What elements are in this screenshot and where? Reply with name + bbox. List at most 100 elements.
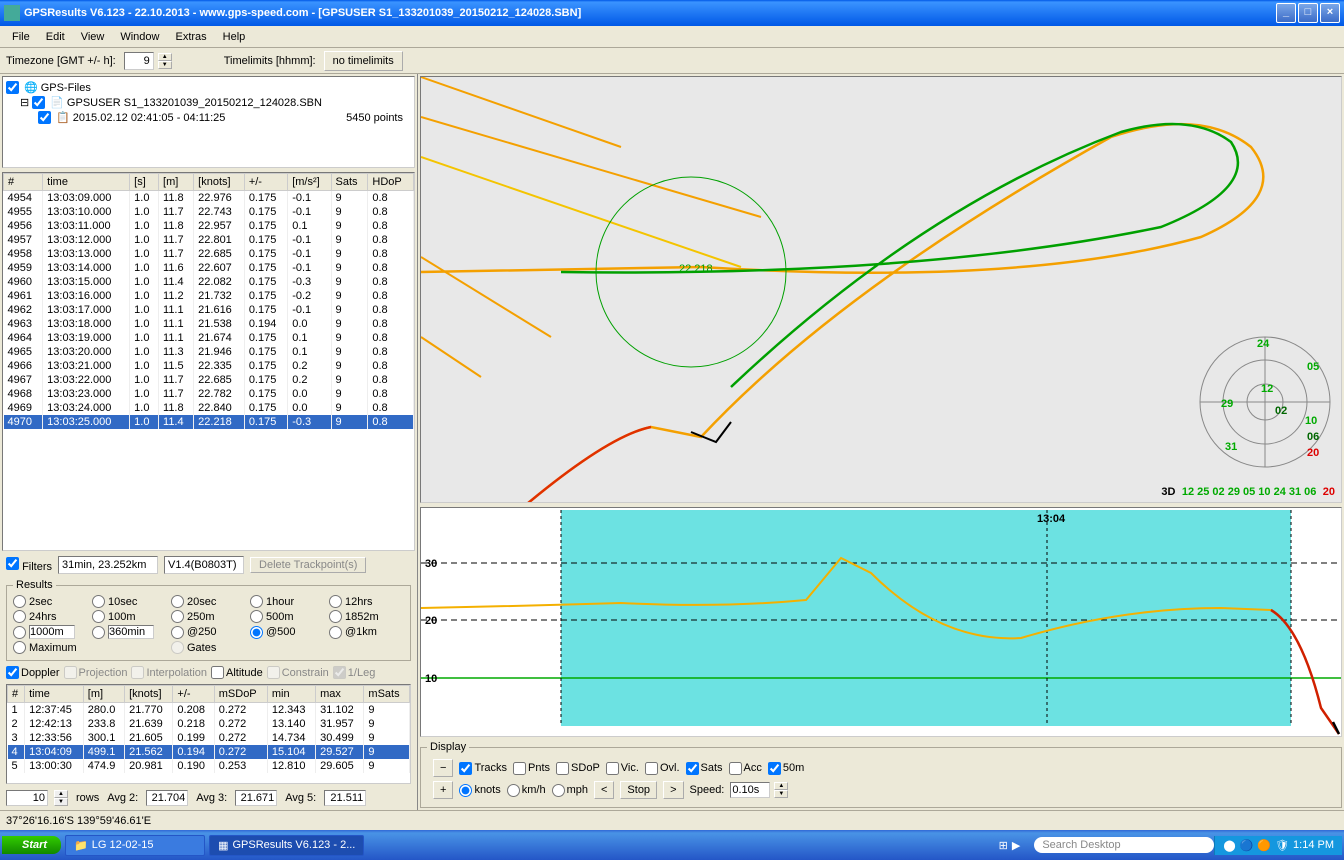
- col-header[interactable]: [s]: [130, 174, 159, 191]
- table-row[interactable]: 496213:03:17.0001.011.121.6160.175-0.190…: [4, 303, 414, 317]
- show-desktop-icon[interactable]: ⊞: [999, 839, 1008, 852]
- altitude-check[interactable]: [211, 666, 224, 679]
- tray-icon[interactable]: ⬤: [1223, 839, 1235, 852]
- col-header[interactable]: min: [267, 686, 315, 703]
- result-radio-@500[interactable]: [250, 626, 263, 639]
- col-header[interactable]: Sats: [331, 174, 368, 191]
- mph-radio[interactable]: [552, 784, 565, 797]
- table-row[interactable]: 496413:03:19.0001.011.121.6740.1750.190.…: [4, 331, 414, 345]
- table-row[interactable]: 496913:03:24.0001.011.822.8400.1750.090.…: [4, 401, 414, 415]
- file-tree[interactable]: 🌐GPS-Files ⊟📄GPSUSER S1_133201039_201502…: [2, 76, 415, 168]
- table-row[interactable]: 112:37:45280.021.7700.2080.27212.34331.1…: [8, 703, 410, 718]
- 50m-check[interactable]: [768, 762, 781, 775]
- search-desktop-input[interactable]: Search Desktop: [1034, 837, 1214, 853]
- tree-collapse-icon[interactable]: ⊟: [20, 96, 29, 109]
- menu-window[interactable]: Window: [112, 29, 167, 45]
- taskbar-item-folder[interactable]: 📁LG 12-02-15: [65, 835, 205, 856]
- col-header[interactable]: +/-: [244, 174, 287, 191]
- table-row[interactable]: 413:04:09499.121.5620.1940.27215.10429.5…: [8, 745, 410, 759]
- table-row[interactable]: 496813:03:23.0001.011.722.7820.1750.090.…: [4, 387, 414, 401]
- col-header[interactable]: #: [8, 686, 25, 703]
- minimize-button[interactable]: _: [1276, 3, 1296, 23]
- table-row[interactable]: 496013:03:15.0001.011.422.0820.175-0.390…: [4, 275, 414, 289]
- kmh-radio[interactable]: [507, 784, 520, 797]
- vic-check[interactable]: [606, 762, 619, 775]
- result-radio-20sec[interactable]: [171, 595, 184, 608]
- map-view[interactable]: 22.218 24 05 12 29 02 10 06 31 20 3D 12: [420, 76, 1342, 503]
- result-radio-360min[interactable]: [92, 626, 105, 639]
- col-header[interactable]: [knots]: [125, 686, 173, 703]
- table-row[interactable]: 497013:03:25.0001.011.422.2180.175-0.390…: [4, 415, 414, 429]
- result-radio-1852m[interactable]: [329, 610, 342, 623]
- tray-icon[interactable]: 🟠: [1257, 839, 1271, 852]
- tree-file-check[interactable]: [32, 96, 45, 109]
- result-input[interactable]: [108, 625, 154, 639]
- table-row[interactable]: 495613:03:11.0001.011.822.9570.1750.190.…: [4, 219, 414, 233]
- acc-check[interactable]: [729, 762, 742, 775]
- filters-check[interactable]: [6, 557, 19, 570]
- table-row[interactable]: 495913:03:14.0001.011.622.6070.175-0.190…: [4, 261, 414, 275]
- menu-help[interactable]: Help: [215, 29, 254, 45]
- menu-file[interactable]: File: [4, 29, 38, 45]
- rows-down[interactable]: ▼: [54, 798, 68, 806]
- menu-view[interactable]: View: [73, 29, 113, 45]
- maximize-button[interactable]: □: [1298, 3, 1318, 23]
- table-row[interactable]: 496713:03:22.0001.011.722.6850.1750.290.…: [4, 373, 414, 387]
- table-row[interactable]: 496613:03:21.0001.011.522.3350.1750.290.…: [4, 359, 414, 373]
- timezone-input[interactable]: [124, 52, 154, 70]
- col-header[interactable]: mSats: [364, 686, 410, 703]
- col-header[interactable]: #: [4, 174, 43, 191]
- doppler-check[interactable]: [6, 666, 19, 679]
- result-radio-250m[interactable]: [171, 610, 184, 623]
- next-button[interactable]: >: [663, 781, 683, 799]
- tz-up[interactable]: ▲: [158, 53, 172, 61]
- rows-up[interactable]: ▲: [54, 790, 68, 798]
- result-radio-500m[interactable]: [250, 610, 263, 623]
- speed-up[interactable]: ▲: [774, 782, 788, 790]
- col-header[interactable]: time: [25, 686, 84, 703]
- zoom-in-button[interactable]: +: [433, 781, 453, 799]
- tz-down[interactable]: ▼: [158, 61, 172, 69]
- ovl-check[interactable]: [645, 762, 658, 775]
- speed-chart[interactable]: 13:04 30 20 10: [420, 507, 1342, 737]
- tree-session-check[interactable]: [38, 111, 51, 124]
- col-header[interactable]: max: [316, 686, 364, 703]
- tree-root-check[interactable]: [6, 81, 19, 94]
- table-row[interactable]: 312:33:56300.121.6050.1990.27214.73430.4…: [8, 731, 410, 745]
- result-radio-@250[interactable]: [171, 626, 184, 639]
- result-radio-10sec[interactable]: [92, 595, 105, 608]
- col-header[interactable]: mSDoP: [214, 686, 267, 703]
- tray-icon[interactable]: 🔵: [1240, 839, 1254, 852]
- stop-button[interactable]: Stop: [620, 781, 657, 799]
- rows-count[interactable]: [6, 790, 48, 806]
- col-header[interactable]: [m/s²]: [288, 174, 331, 191]
- sats-check[interactable]: [686, 762, 699, 775]
- result-input[interactable]: [29, 625, 75, 639]
- result-radio-12hrs[interactable]: [329, 595, 342, 608]
- menu-edit[interactable]: Edit: [38, 29, 73, 45]
- table-row[interactable]: 496113:03:16.0001.011.221.7320.175-0.290…: [4, 289, 414, 303]
- close-button[interactable]: ×: [1320, 3, 1340, 23]
- col-header[interactable]: [m]: [159, 174, 194, 191]
- knots-radio[interactable]: [459, 784, 472, 797]
- table-row[interactable]: 513:00:30474.920.9810.1900.25312.81029.6…: [8, 759, 410, 773]
- timelimits-button[interactable]: no timelimits: [324, 51, 403, 71]
- table-row[interactable]: 496313:03:18.0001.011.121.5380.1940.090.…: [4, 317, 414, 331]
- zoom-out-button[interactable]: −: [433, 759, 453, 777]
- result-radio-1000m[interactable]: [13, 626, 26, 639]
- sdop-check[interactable]: [556, 762, 569, 775]
- tracks-check[interactable]: [459, 762, 472, 775]
- col-header[interactable]: +/-: [173, 686, 214, 703]
- system-tray[interactable]: ⬤ 🔵 🟠 🛡 1:14 PM: [1214, 836, 1342, 855]
- taskbar-item-app[interactable]: ▦GPSResults V6.123 - 2...: [209, 835, 364, 856]
- result-radio-2sec[interactable]: [13, 595, 26, 608]
- result-radio-Maximum[interactable]: [13, 641, 26, 654]
- table-row[interactable]: 495813:03:13.0001.011.722.6850.175-0.190…: [4, 247, 414, 261]
- pnts-check[interactable]: [513, 762, 526, 775]
- col-header[interactable]: time: [43, 174, 130, 191]
- col-header[interactable]: [knots]: [194, 174, 245, 191]
- speed-input[interactable]: [730, 782, 770, 798]
- start-button[interactable]: Start: [2, 836, 61, 854]
- table-row[interactable]: 495413:03:09.0001.011.822.9760.175-0.190…: [4, 191, 414, 206]
- table-row[interactable]: 495513:03:10.0001.011.722.7430.175-0.190…: [4, 205, 414, 219]
